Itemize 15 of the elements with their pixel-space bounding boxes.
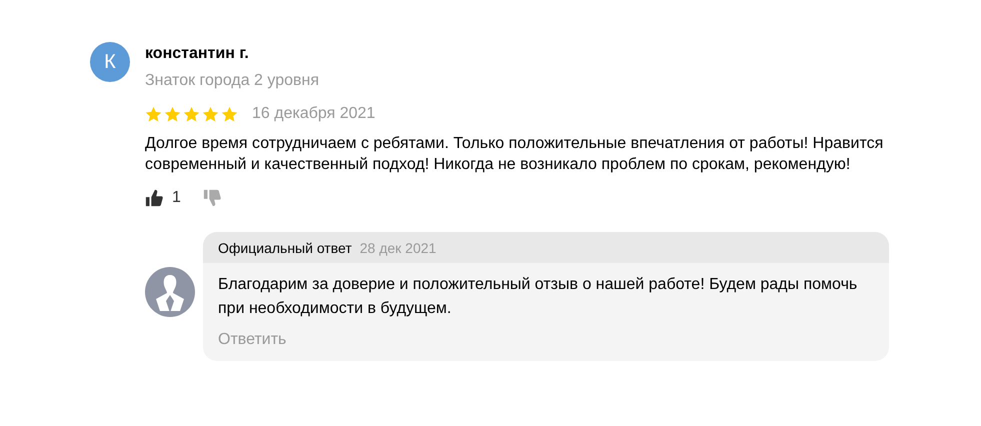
star-icon <box>183 106 200 122</box>
review-text: Долгое время сотрудничаем с ребятами. Только положительные впечатления от работы! Нравится современный и качественный подход! Никогда не возникало проблем по срокам, рекомендую! <box>145 134 884 175</box>
user-silhouette-icon <box>145 267 195 317</box>
star-icon <box>202 106 219 122</box>
author-level: Знаток города 2 уровня <box>145 72 320 90</box>
reply-date: 28 дек 2021 <box>360 240 436 256</box>
reply-title: Официальный ответ <box>218 240 352 256</box>
dislike-icon[interactable] <box>202 189 221 207</box>
star-icon <box>164 106 181 122</box>
reply-text: Благодарим за доверие и положительный отзыв о нашей работе! Будем рады помочь при необходимости в будущем. <box>218 275 858 319</box>
star-icon <box>221 106 238 122</box>
star-icon <box>145 106 162 122</box>
review-date: 16 декабря 2021 <box>252 105 376 123</box>
like-button[interactable]: 1 <box>145 189 181 207</box>
author-name[interactable]: константин г. <box>145 45 320 63</box>
